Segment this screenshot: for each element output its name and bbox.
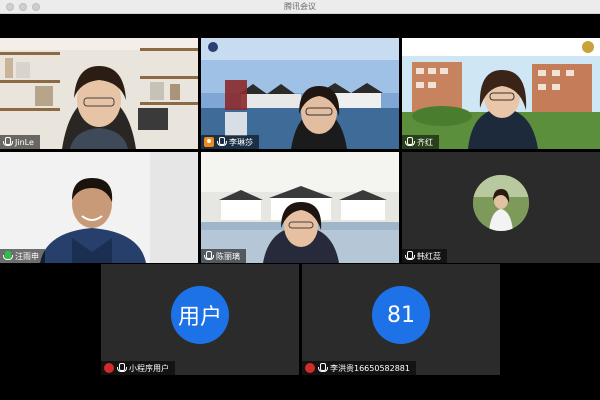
microphone-icon bbox=[405, 137, 415, 147]
video-feed bbox=[0, 152, 198, 263]
participant-name: 韩红蕊 bbox=[417, 251, 441, 261]
participant-name: 汪雨申 bbox=[15, 251, 39, 261]
participant-name: 李琳莎 bbox=[229, 137, 253, 147]
participant-name-tag: 韩红蕊 bbox=[402, 249, 447, 263]
microphone-icon bbox=[318, 363, 328, 373]
mini-program-icon bbox=[305, 363, 315, 373]
participant-name: 齐红 bbox=[417, 137, 433, 147]
participant-name-tag: JinLe bbox=[0, 135, 40, 149]
participant-name-tag: 李洪贵16650582881 bbox=[302, 361, 416, 375]
video-tile-li-honggui[interactable]: 81 李洪贵16650582881 bbox=[302, 264, 500, 375]
microphone-icon bbox=[204, 251, 214, 261]
video-tile-li-linsha[interactable]: 李琳莎 bbox=[201, 38, 399, 149]
participant-avatar bbox=[473, 175, 529, 232]
window-controls bbox=[6, 3, 40, 11]
video-tile-wang-yushen[interactable]: 汪雨申 bbox=[0, 152, 198, 263]
meeting-window: 腾讯会议 JinLe 李琳莎 齐红 汪雨申 陈丽璃 韩红蕊 用户 小程序用户 8… bbox=[0, 0, 600, 400]
participant-name: JinLe bbox=[15, 137, 34, 147]
close-window-button[interactable] bbox=[6, 3, 14, 11]
mini-program-icon bbox=[104, 363, 114, 373]
microphone-icon bbox=[117, 363, 127, 373]
participant-name: 小程序用户 bbox=[129, 363, 169, 373]
title-bar: 腾讯会议 bbox=[0, 0, 600, 14]
video-feed bbox=[201, 152, 399, 263]
microphone-icon bbox=[217, 137, 227, 147]
participant-name-tag: 齐红 bbox=[402, 135, 439, 149]
video-feed bbox=[201, 38, 399, 149]
microphone-active-icon bbox=[3, 251, 13, 261]
video-feed bbox=[402, 38, 600, 149]
video-tile-chen-lili[interactable]: 陈丽璃 bbox=[201, 152, 399, 263]
microphone-icon bbox=[405, 251, 415, 261]
participant-name-tag: 小程序用户 bbox=[101, 361, 175, 375]
microphone-icon bbox=[3, 137, 13, 147]
video-tile-qi-hong[interactable]: 齐红 bbox=[402, 38, 600, 149]
participant-name: 李洪贵16650582881 bbox=[330, 363, 410, 373]
participant-name: 陈丽璃 bbox=[216, 251, 240, 261]
host-badge-icon bbox=[204, 137, 214, 147]
video-grid: JinLe 李琳莎 齐红 汪雨申 陈丽璃 韩红蕊 用户 小程序用户 81 李洪贵… bbox=[0, 14, 600, 400]
participant-name-tag: 汪雨申 bbox=[0, 249, 45, 263]
participant-name-tag: 李琳莎 bbox=[201, 135, 259, 149]
minimize-window-button[interactable] bbox=[19, 3, 27, 11]
video-tile-jinle[interactable]: JinLe bbox=[0, 38, 198, 149]
window-title: 腾讯会议 bbox=[284, 2, 316, 11]
video-tile-han-hongrui[interactable]: 韩红蕊 bbox=[402, 152, 600, 263]
participant-avatar: 用户 bbox=[171, 286, 229, 345]
video-feed bbox=[0, 38, 198, 149]
participant-avatar: 81 bbox=[372, 286, 430, 345]
video-tile-mini-program-user[interactable]: 用户 小程序用户 bbox=[101, 264, 299, 375]
participant-name-tag: 陈丽璃 bbox=[201, 249, 246, 263]
zoom-window-button[interactable] bbox=[32, 3, 40, 11]
